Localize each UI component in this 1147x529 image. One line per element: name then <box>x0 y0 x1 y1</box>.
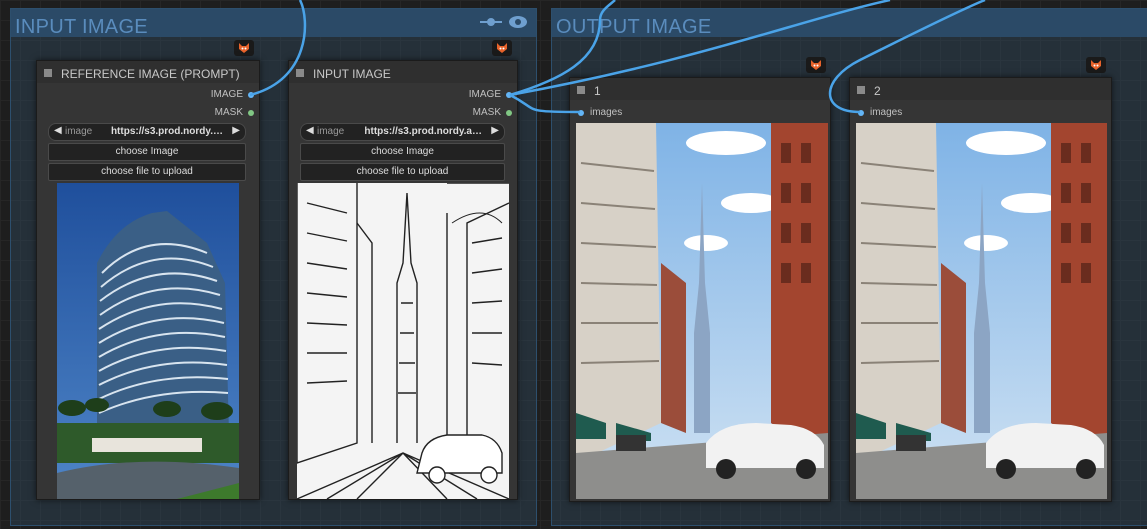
choose-image-button[interactable]: choose Image <box>48 143 246 161</box>
port-dot-images[interactable] <box>858 110 864 116</box>
port-dot-image[interactable] <box>248 92 254 98</box>
node-input-image[interactable]: INPUT IMAGE IMAGE MASK ◀ image https://s… <box>288 60 518 500</box>
port-label: images <box>590 107 623 118</box>
collapse-toggle[interactable] <box>857 86 865 94</box>
prev-arrow-icon[interactable]: ◀ <box>306 125 314 136</box>
node-title: INPUT IMAGE <box>313 67 391 81</box>
port-label: MASK <box>214 107 243 118</box>
node-header[interactable]: REFERENCE IMAGE (PROMPT) <box>37 61 259 83</box>
group-header[interactable]: OUTPUT IMAGE <box>552 9 1147 37</box>
port-dot-images[interactable] <box>578 110 584 116</box>
collapse-toggle[interactable] <box>577 86 585 94</box>
collapse-toggle[interactable] <box>44 69 52 77</box>
fox-icon <box>806 57 826 73</box>
next-arrow-icon[interactable]: ▶ <box>491 125 499 136</box>
node-title: 1 <box>594 84 601 98</box>
image-selector[interactable]: ◀ image https://s3.prod.nordy.a… ▶ <box>300 123 505 141</box>
fox-icon <box>1086 57 1106 73</box>
prev-arrow-icon[interactable]: ◀ <box>54 125 62 136</box>
output-image-preview <box>576 123 828 499</box>
fox-icon <box>492 40 512 56</box>
next-arrow-icon[interactable]: ▶ <box>232 125 240 136</box>
port-label: IMAGE <box>468 89 501 100</box>
input-port-images[interactable]: images <box>870 107 902 118</box>
node-reference-image[interactable]: REFERENCE IMAGE (PROMPT) IMAGE MASK ◀ im… <box>36 60 260 500</box>
port-label: IMAGE <box>210 89 243 100</box>
node-output-2[interactable]: 2 images <box>849 77 1112 502</box>
choose-image-button[interactable]: choose Image <box>300 143 505 161</box>
link-icon[interactable] <box>480 15 502 29</box>
widget-label: image <box>317 126 345 137</box>
widget-value: https://s3.prod.nordy.… <box>110 126 223 137</box>
output-port-mask[interactable]: MASK <box>473 107 501 118</box>
widget-value: https://s3.prod.nordy.a… <box>364 126 482 137</box>
node-header[interactable]: 2 <box>850 78 1111 100</box>
node-title: REFERENCE IMAGE (PROMPT) <box>61 67 240 81</box>
upload-file-button[interactable]: choose file to upload <box>300 163 505 181</box>
port-dot-mask[interactable] <box>506 110 512 116</box>
group-title: INPUT IMAGE <box>15 16 148 38</box>
eye-icon[interactable] <box>508 15 528 29</box>
node-header[interactable]: INPUT IMAGE <box>289 61 517 83</box>
input-sketch-preview <box>297 183 509 499</box>
output-port-image[interactable]: IMAGE <box>211 89 243 100</box>
image-selector[interactable]: ◀ image https://s3.prod.nordy.… ▶ <box>48 123 246 141</box>
reference-image-preview <box>57 183 239 499</box>
group-header[interactable]: INPUT IMAGE <box>11 9 536 37</box>
port-dot-mask[interactable] <box>248 110 254 116</box>
collapse-toggle[interactable] <box>296 69 304 77</box>
widget-label: image <box>65 126 93 137</box>
port-label: images <box>870 107 903 118</box>
node-output-1[interactable]: 1 images <box>569 77 831 502</box>
upload-file-button[interactable]: choose file to upload <box>48 163 246 181</box>
output-port-image[interactable]: IMAGE <box>469 89 501 100</box>
output-port-mask[interactable]: MASK <box>215 107 243 118</box>
port-dot-image[interactable] <box>506 92 512 98</box>
fox-icon <box>234 40 254 56</box>
group-title: OUTPUT IMAGE <box>556 16 712 38</box>
port-label: MASK <box>472 107 501 118</box>
node-header[interactable]: 1 <box>570 78 830 100</box>
output-image-preview <box>856 123 1107 499</box>
node-title: 2 <box>874 84 881 98</box>
input-port-images[interactable]: images <box>590 107 622 118</box>
